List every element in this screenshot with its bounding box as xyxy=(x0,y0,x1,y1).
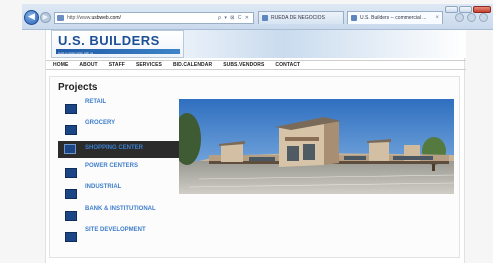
browser-window: ◀ ▶ http://www.usbweb.com/ ρ ▾ ⊠ C ✕ RUE… xyxy=(0,0,493,263)
nav-contact[interactable]: CONTACT xyxy=(275,62,300,68)
project-label: POWER CENTERS xyxy=(85,163,139,169)
nav-about[interactable]: ABOUT xyxy=(79,62,97,68)
logo-tagline: build a relationship with us xyxy=(58,51,94,55)
square-bullet-icon xyxy=(65,211,77,221)
header-banner xyxy=(184,30,466,58)
nav-bid-calendar[interactable]: BID.CALENDAR xyxy=(173,62,212,68)
main-nav: HOME ABOUT STAFF SERVICES BID.CALENDAR S… xyxy=(46,60,466,70)
nav-services[interactable]: SERVICES xyxy=(136,62,162,68)
square-bullet-icon xyxy=(65,104,77,114)
forward-arrow-icon[interactable]: ▶ xyxy=(40,12,51,23)
project-label: GROCERY xyxy=(85,120,116,126)
nav-subs-vendors[interactable]: SUBS.VENDORS xyxy=(223,62,264,68)
nav-staff[interactable]: STAFF xyxy=(109,62,125,68)
logo-title: U.S. BUILDERS xyxy=(58,33,160,48)
square-bullet-icon xyxy=(65,125,77,135)
project-item-site-development[interactable]: SITE DEVELOPMENT xyxy=(58,227,188,243)
back-arrow-icon[interactable]: ◀ xyxy=(24,10,39,25)
tab-rueda-de-negocios[interactable]: RUEDA DE NEGOCIOS xyxy=(258,11,344,24)
favorites-star-icon[interactable] xyxy=(467,13,476,22)
project-label: SITE DEVELOPMENT xyxy=(85,227,146,233)
square-bullet-icon xyxy=(65,189,77,199)
square-bullet-icon xyxy=(65,168,77,178)
projects-heading: Projects xyxy=(58,82,98,93)
nav-home[interactable]: HOME xyxy=(53,62,68,68)
tab-favicon-icon xyxy=(351,15,357,21)
project-item-grocery[interactable]: GROCERY xyxy=(58,120,188,136)
tab-close-icon[interactable]: × xyxy=(435,12,439,24)
maximize-button[interactable] xyxy=(459,6,472,13)
tab-label: U.S. Builders -- commercial ... xyxy=(360,15,427,21)
square-bullet-icon xyxy=(64,144,76,154)
home-icon[interactable] xyxy=(455,13,464,22)
project-item-power-centers[interactable]: POWER CENTERS xyxy=(58,163,188,179)
project-item-retail[interactable]: RETAIL xyxy=(58,99,188,115)
close-window-button[interactable] xyxy=(473,6,491,13)
tab-favicon-icon xyxy=(262,15,268,21)
site-logo[interactable]: U.S. BUILDERS build a relationship with … xyxy=(51,30,184,58)
web-page: U.S. BUILDERS build a relationship with … xyxy=(45,30,466,263)
url-prefix: http://www. xyxy=(67,15,92,21)
tab-label: RUEDA DE NEGOCIOS xyxy=(271,15,325,21)
square-bullet-icon xyxy=(65,232,77,242)
shopping-center-image xyxy=(179,99,454,194)
shopping-center-photo xyxy=(179,99,454,194)
projects-panel: Projects RETAIL GROCERY SHOPPING CENTER … xyxy=(49,76,460,258)
window-controls xyxy=(445,6,491,13)
url-host: usbweb.com/ xyxy=(91,15,121,21)
project-label: RETAIL xyxy=(85,99,107,105)
project-label: BANK & INSTITUTIONAL xyxy=(85,206,156,212)
project-item-shopping-center[interactable]: SHOPPING CENTER xyxy=(58,141,188,158)
address-tools-icons[interactable]: ρ ▾ ⊠ C ✕ xyxy=(218,13,250,23)
project-item-industrial[interactable]: INDUSTRIAL xyxy=(58,184,188,200)
project-label: SHOPPING CENTER xyxy=(85,145,144,151)
address-bar[interactable]: http://www.usbweb.com/ ρ ▾ ⊠ C ✕ xyxy=(54,12,254,24)
tab-us-builders[interactable]: U.S. Builders -- commercial ... × xyxy=(347,11,443,24)
gear-icon[interactable] xyxy=(479,13,488,22)
page-icon xyxy=(57,15,64,21)
minimize-button[interactable] xyxy=(445,6,458,13)
project-item-bank-institutional[interactable]: BANK & INSTITUTIONAL xyxy=(58,206,188,222)
project-label: INDUSTRIAL xyxy=(85,184,122,190)
